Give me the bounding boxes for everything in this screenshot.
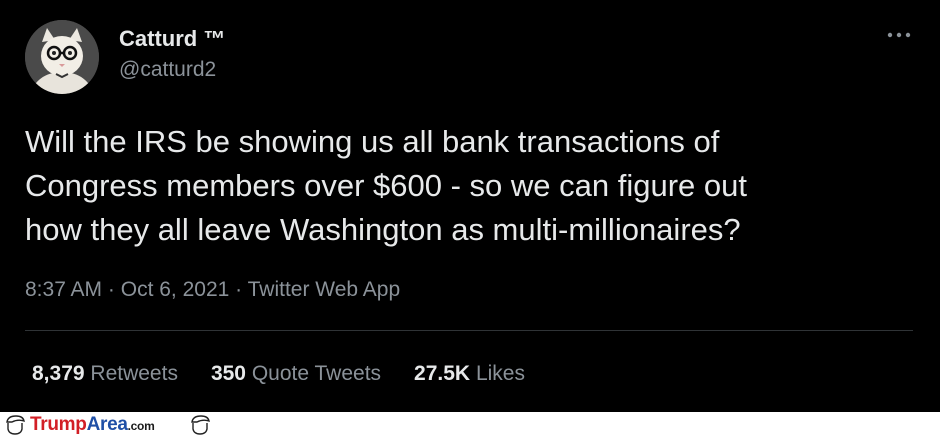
tweet-text-line: Will the IRS be showing us all bank tran… — [25, 124, 720, 159]
meta-separator: · — [102, 278, 121, 301]
author-handle[interactable]: @catturd2 — [119, 58, 216, 82]
avatar[interactable] — [25, 20, 99, 94]
likes-label: Likes — [475, 362, 525, 385]
more-horizontal-icon[interactable] — [884, 28, 914, 42]
tweet-metadata: 8:37 AM · Oct 6, 2021 · Twitter Web App — [25, 278, 400, 302]
tweet-time[interactable]: 8:37 AM — [25, 278, 102, 301]
tweet-card: Catturd ™ @catturd2 Will the IRS be show… — [0, 0, 940, 412]
brand-logo: TrumpArea.com — [30, 414, 155, 436]
meta-separator: · — [229, 278, 248, 301]
brand-area: Area — [86, 414, 128, 435]
tweet-source[interactable]: Twitter Web App — [248, 278, 401, 301]
tweet-text-line: Congress members over $600 - so we can f… — [25, 168, 747, 203]
retweets-count: 8,379 — [32, 362, 85, 385]
quote-tweets-stat[interactable]: 350 Quote Tweets — [211, 362, 381, 386]
divider — [25, 330, 913, 331]
likes-stat[interactable]: 27.5K Likes — [414, 362, 525, 386]
brand-suffix: .com — [127, 419, 155, 433]
quote-tweets-label: Quote Tweets — [251, 362, 382, 385]
engagement-stats: 8,379 Retweets 350 Quote Tweets 27.5K Li… — [32, 362, 558, 386]
tweet-text: Will the IRS be showing us all bank tran… — [25, 120, 905, 252]
retweets-stat[interactable]: 8,379 Retweets — [32, 362, 178, 386]
tweet-date[interactable]: Oct 6, 2021 — [121, 278, 230, 301]
tweet-text-line: how they all leave Washington as multi-m… — [25, 212, 741, 247]
cat-avatar-image — [25, 20, 99, 94]
cartoon-hair-icon — [189, 414, 211, 435]
cartoon-hair-icon — [4, 414, 26, 435]
author-display-name[interactable]: Catturd ™ — [119, 26, 225, 52]
likes-count: 27.5K — [414, 362, 471, 385]
quote-tweets-count: 350 — [210, 362, 246, 385]
watermark-footer: TrumpArea.com — [0, 412, 940, 437]
brand-trump: Trump — [30, 414, 87, 435]
retweets-label: Retweets — [90, 362, 178, 385]
